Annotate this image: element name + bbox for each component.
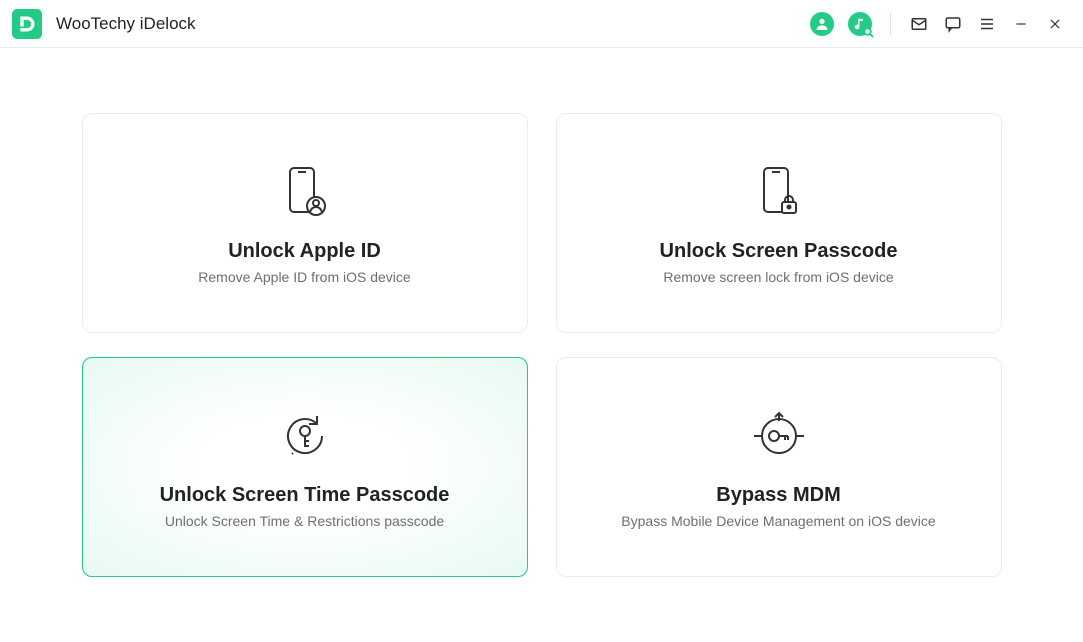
card-unlock-screen-passcode[interactable]: Unlock Screen Passcode Remove screen loc… <box>556 113 1002 333</box>
mode-grid: Unlock Apple ID Remove Apple ID from iOS… <box>82 113 1002 577</box>
toolbar-separator <box>890 13 891 35</box>
card-desc: Bypass Mobile Device Management on iOS d… <box>621 513 935 529</box>
app-window: WooTechy iDelock <box>0 0 1083 642</box>
phone-lock-icon <box>756 162 802 222</box>
mail-icon[interactable] <box>909 14 929 34</box>
feedback-icon[interactable] <box>943 14 963 34</box>
music-search-icon[interactable] <box>848 12 872 36</box>
main-content: Unlock Apple ID Remove Apple ID from iOS… <box>0 48 1083 642</box>
menu-icon[interactable] <box>977 14 997 34</box>
card-title: Unlock Screen Passcode <box>660 240 898 263</box>
card-desc: Unlock Screen Time & Restrictions passco… <box>165 513 444 529</box>
card-bypass-mdm[interactable]: Bypass MDM Bypass Mobile Device Manageme… <box>556 357 1002 577</box>
account-icon[interactable] <box>810 12 834 36</box>
app-logo <box>12 9 42 39</box>
app-title: WooTechy iDelock <box>56 14 196 34</box>
mdm-key-icon <box>752 406 806 466</box>
card-unlock-screen-time-passcode[interactable]: Unlock Screen Time Passcode Unlock Scree… <box>82 357 528 577</box>
card-title: Unlock Apple ID <box>228 240 381 263</box>
card-desc: Remove Apple ID from iOS device <box>198 269 410 285</box>
close-button[interactable] <box>1045 14 1065 34</box>
refresh-key-icon <box>280 406 330 466</box>
titlebar: WooTechy iDelock <box>0 0 1083 48</box>
card-title: Unlock Screen Time Passcode <box>160 484 450 507</box>
minimize-button[interactable] <box>1011 14 1031 34</box>
phone-user-icon <box>282 162 328 222</box>
card-title: Bypass MDM <box>716 484 840 507</box>
card-desc: Remove screen lock from iOS device <box>663 269 893 285</box>
logo-d-icon <box>17 14 37 34</box>
titlebar-icons <box>810 12 1065 36</box>
card-unlock-apple-id[interactable]: Unlock Apple ID Remove Apple ID from iOS… <box>82 113 528 333</box>
